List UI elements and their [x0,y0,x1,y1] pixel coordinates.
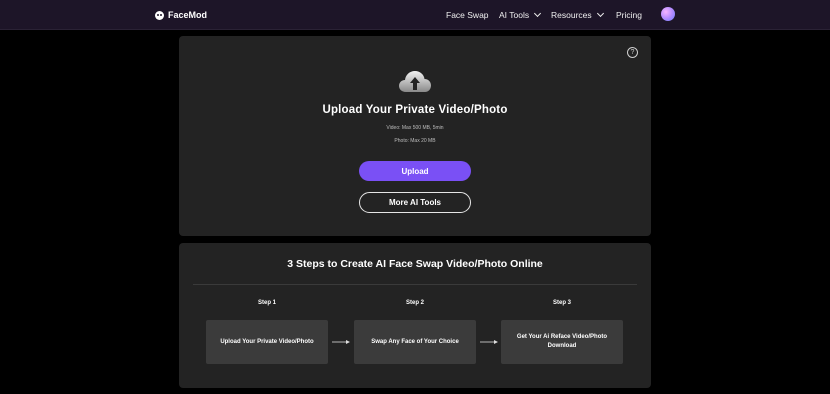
step-1-text: Upload Your Private Video/Photo [220,338,314,345]
step-1-label: Step 1 [257,300,276,306]
chevron-down-icon [534,9,542,18]
brand-logo[interactable]: FaceMod [155,8,207,22]
help-icon[interactable]: ? [627,47,638,58]
arrow-right-icon [480,340,498,344]
upload-card: ? Upload Your Private Video/Photo Video:… [179,36,651,236]
photo-limit-text: Photo: Max 20 MB [394,138,436,144]
step-1-box: Upload Your Private Video/Photo [206,320,328,364]
steps-title: 3 Steps to Create AI Face Swap Video/Pho… [287,258,543,270]
step-2-text: Swap Any Face of Your Choice [371,338,459,345]
arrow-right-icon [332,340,350,344]
divider [193,284,637,285]
upload-button[interactable]: Upload [359,161,471,181]
steps-card: 3 Steps to Create AI Face Swap Video/Pho… [179,243,651,388]
step-2-box: Swap Any Face of Your Choice [354,320,476,364]
top-navbar: FaceMod Face Swap AI Tools Resources Pri… [0,0,830,30]
nav-pricing[interactable]: Pricing [616,8,642,22]
step-2-label: Step 2 [405,300,424,306]
upload-title: Upload Your Private Video/Photo [322,104,508,116]
nav-face-swap-label: Face Swap [446,10,489,20]
chevron-down-icon [596,9,604,18]
brand-name: FaceMod [168,10,208,20]
video-limit-text: Video: Max 500 MB, 5min [386,125,444,131]
nav-ai-tools-label: AI Tools [499,10,530,20]
step-3-label: Step 3 [552,300,571,306]
facemod-logo-icon [155,10,164,20]
cloud-upload-icon[interactable] [398,69,432,93]
more-ai-tools-button[interactable]: More AI Tools [359,192,471,213]
nav-ai-tools[interactable]: AI Tools [499,8,542,22]
nav-resources-label: Resources [551,10,592,20]
step-3-text: Get Your Ai Reface Video/Photo Download [516,334,608,349]
step-3-box: Get Your Ai Reface Video/Photo Download [501,320,623,364]
nav-resources[interactable]: Resources [551,8,604,22]
nav-pricing-label: Pricing [616,10,642,20]
nav-face-swap[interactable]: Face Swap [446,8,489,22]
avatar[interactable] [661,7,675,21]
